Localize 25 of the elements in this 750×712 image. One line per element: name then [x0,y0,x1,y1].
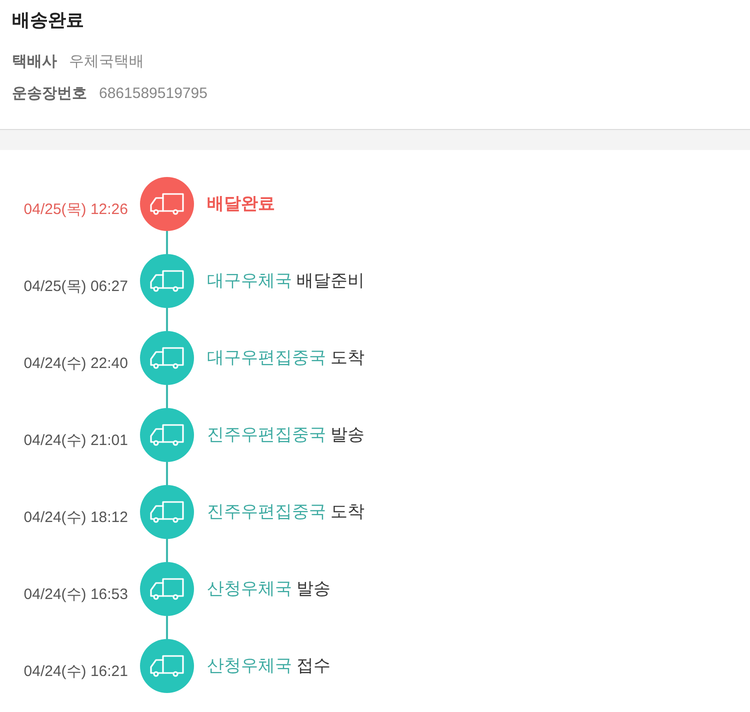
delivery-status-title: 배송완료 [12,9,84,32]
event-time: 04/24(수) 18:12 [22,508,128,526]
event-time: 04/24(수) 21:01 [22,430,128,450]
timeline-connector [166,308,168,331]
event-status: 진주우편집중국 발송 [207,424,365,446]
event-status: 진주우편집중국 도착 [207,500,365,522]
event-time: 04/25(목) 06:27 [22,276,128,296]
event-time: 04/24(수) 16:21 [22,662,128,680]
timeline-connector [166,616,168,639]
timeline-connector [166,462,168,485]
timeline-connector [166,539,168,562]
field-label: 운송장번호 [12,84,87,104]
field-value: 6861589519795 [99,84,208,104]
event-status: 산청우체국 발송 [207,578,331,600]
field-value: 우체국택배 [69,52,144,72]
event-status: 대구우편집중국 도착 [207,346,365,368]
event-time: 04/24(수) 22:40 [22,354,128,372]
field-label: 택배사 [12,52,57,72]
event-time: 04/24(수) 16:53 [22,584,128,604]
timeline-connector [166,385,168,408]
event-time: 04/25(목) 12:26 [22,200,128,218]
event-status: 산청우체국 접수 [207,654,331,676]
event-status: 대구우체국 배달준비 [207,270,365,292]
event-status: 배달완료 [207,192,275,214]
timeline-connector [166,231,168,254]
